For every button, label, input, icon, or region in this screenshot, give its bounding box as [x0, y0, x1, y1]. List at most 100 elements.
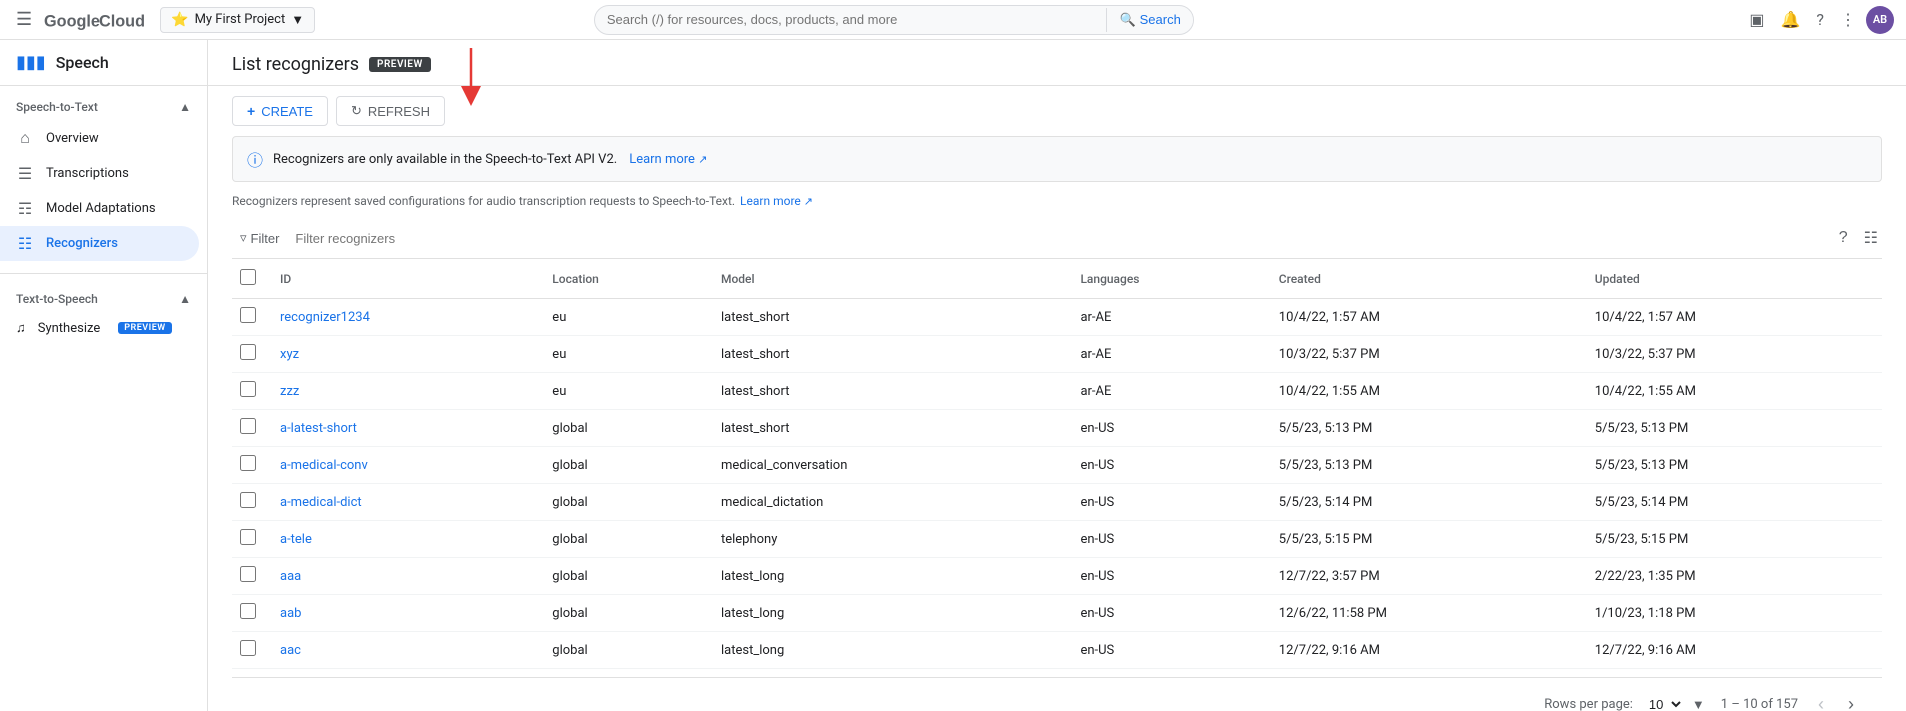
top-nav: ☰ Google Cloud ⭐ My First Project ▼ 🔍 Se… [0, 0, 1906, 40]
col-id: ID [268, 259, 540, 299]
sidebar-item-model-adaptations[interactable]: ☶ Model Adaptations [0, 191, 199, 226]
row-checkbox[interactable] [240, 529, 256, 545]
prev-page-button[interactable]: ‹ [1814, 690, 1828, 711]
table-row: a-medical-conv global medical_conversati… [232, 447, 1882, 484]
refresh-button[interactable]: ↻ REFRESH [336, 96, 445, 126]
plus-icon: + [247, 103, 255, 119]
cell-location: eu [540, 336, 709, 373]
synthesize-icon: ♫ [16, 320, 26, 336]
cell-created: 12/7/22, 3:57 PM [1267, 558, 1583, 595]
sidebar-item-recognizers[interactable]: ☷ Recognizers [0, 226, 199, 261]
search-button[interactable]: 🔍 Search [1106, 8, 1192, 32]
table-row: zzz eu latest_short ar-AE 10/4/22, 1:55 … [232, 373, 1882, 410]
create-button[interactable]: + CREATE [232, 96, 328, 126]
cell-updated: 2/22/23, 1:35 PM [1583, 558, 1882, 595]
select-all-checkbox[interactable] [240, 269, 256, 285]
cell-id: a-latest-short [268, 410, 540, 447]
cell-created: 12/7/22, 9:16 AM [1267, 632, 1583, 669]
terminal-icon[interactable]: ▣ [1743, 4, 1770, 35]
cell-location: global [540, 447, 709, 484]
cell-created: 5/5/23, 5:15 PM [1267, 521, 1583, 558]
id-link[interactable]: aaa [280, 569, 301, 584]
toolbar-wrapper: + CREATE ↻ REFRESH [208, 86, 1906, 136]
cell-model: medical_conversation [709, 447, 1068, 484]
app-layout: ▮▮▮ Speech Speech-to-Text ▲ ⌂ Overview ☰… [0, 40, 1906, 711]
rows-per-page-select[interactable]: 10 25 50 [1641, 694, 1684, 711]
row-checkbox[interactable] [240, 492, 256, 508]
cell-created: 5/5/23, 5:13 PM [1267, 447, 1583, 484]
cell-languages: en-US [1068, 447, 1266, 484]
help-icon-btn[interactable]: ? [1835, 225, 1852, 251]
cell-location: global [540, 410, 709, 447]
filter-input[interactable] [295, 231, 495, 246]
cell-languages: ar-AE [1068, 373, 1266, 410]
info-banner: ⓘ Recognizers are only available in the … [232, 136, 1882, 182]
sidebar-item-synthesize[interactable]: ♫ Synthesize PREVIEW [0, 312, 199, 344]
id-link[interactable]: zzz [280, 384, 299, 399]
id-link[interactable]: aac [280, 643, 301, 658]
cell-updated: 5/5/23, 5:13 PM [1583, 410, 1882, 447]
table-row: recognizer1234 eu latest_short ar-AE 10/… [232, 299, 1882, 336]
external-link-icon-2: ↗ [804, 195, 813, 208]
cell-languages: en-US [1068, 595, 1266, 632]
search-input[interactable] [607, 12, 1107, 27]
help-icon[interactable]: ? [1810, 4, 1830, 35]
columns-icon-btn[interactable]: ☷ [1860, 224, 1882, 252]
cell-id: a-tele [268, 521, 540, 558]
row-checkbox[interactable] [240, 603, 256, 619]
row-checkbox[interactable] [240, 566, 256, 582]
cell-languages: ar-AE [1068, 299, 1266, 336]
recognizers-table: ID Location Model Languages Created Upda… [232, 259, 1882, 669]
text-to-speech-section: Text-to-Speech ▲ ♫ Synthesize PREVIEW [0, 278, 207, 352]
row-checkbox[interactable] [240, 418, 256, 434]
sidebar-item-transcriptions[interactable]: ☰ Transcriptions [0, 156, 199, 191]
info-learn-more-link[interactable]: Learn more ↗ [629, 152, 707, 167]
cell-id: a-medical-dict [268, 484, 540, 521]
id-link[interactable]: aab [280, 606, 301, 621]
dropdown-arrow: ▼ [1692, 697, 1705, 711]
app-name: Speech [56, 53, 109, 72]
avatar[interactable]: AB [1866, 6, 1894, 34]
page-header: List recognizers PREVIEW [208, 40, 1906, 86]
hamburger-icon[interactable]: ☰ [12, 5, 36, 34]
cell-updated: 5/5/23, 5:15 PM [1583, 521, 1882, 558]
sidebar-item-overview[interactable]: ⌂ Overview [0, 120, 199, 156]
table-row: aab global latest_long en-US 12/6/22, 11… [232, 595, 1882, 632]
cell-updated: 12/7/22, 9:16 AM [1583, 632, 1882, 669]
toolbar: + CREATE ↻ REFRESH [208, 86, 1906, 136]
cell-updated: 5/5/23, 5:14 PM [1583, 484, 1882, 521]
pagination: Rows per page: 10 25 50 ▼ 1 – 10 of 157 … [232, 677, 1882, 711]
cell-model: telephony [709, 521, 1068, 558]
text-to-speech-header[interactable]: Text-to-Speech ▲ [0, 286, 207, 312]
next-page-button[interactable]: › [1844, 690, 1858, 711]
bell-icon[interactable]: 🔔 [1775, 4, 1807, 35]
row-checkbox[interactable] [240, 455, 256, 471]
cell-updated: 10/3/22, 5:37 PM [1583, 336, 1882, 373]
filter-icon: ▿ [240, 230, 247, 246]
cell-model: latest_short [709, 336, 1068, 373]
row-checkbox[interactable] [240, 640, 256, 656]
speech-to-text-header[interactable]: Speech-to-Text ▲ [0, 94, 207, 120]
google-cloud-logo: Google Cloud [44, 10, 144, 30]
project-selector[interactable]: ⭐ My First Project ▼ [160, 7, 315, 33]
cell-id: zzz [268, 373, 540, 410]
row-checkbox[interactable] [240, 381, 256, 397]
id-link[interactable]: a-tele [280, 532, 312, 547]
info-text: Recognizers are only available in the Sp… [273, 152, 617, 167]
id-link[interactable]: recognizer1234 [280, 310, 370, 325]
description-learn-more-link[interactable]: Learn more ↗ [740, 194, 813, 208]
id-link[interactable]: xyz [280, 347, 299, 362]
page-info: 1 – 10 of 157 [1721, 697, 1798, 711]
external-link-icon: ↗ [698, 153, 707, 166]
satellite-icon: ⭐ [171, 12, 188, 28]
row-checkbox[interactable] [240, 307, 256, 323]
dots-icon[interactable]: ⋮ [1834, 4, 1862, 35]
id-link[interactable]: a-medical-conv [280, 458, 368, 473]
row-checkbox[interactable] [240, 344, 256, 360]
id-link[interactable]: a-medical-dict [280, 495, 362, 510]
filter-button[interactable]: ▿ Filter [232, 226, 287, 250]
cell-created: 12/6/22, 11:58 PM [1267, 595, 1583, 632]
id-link[interactable]: a-latest-short [280, 421, 357, 436]
table-row: xyz eu latest_short ar-AE 10/3/22, 5:37 … [232, 336, 1882, 373]
search-bar: 🔍 Search [594, 5, 1194, 35]
